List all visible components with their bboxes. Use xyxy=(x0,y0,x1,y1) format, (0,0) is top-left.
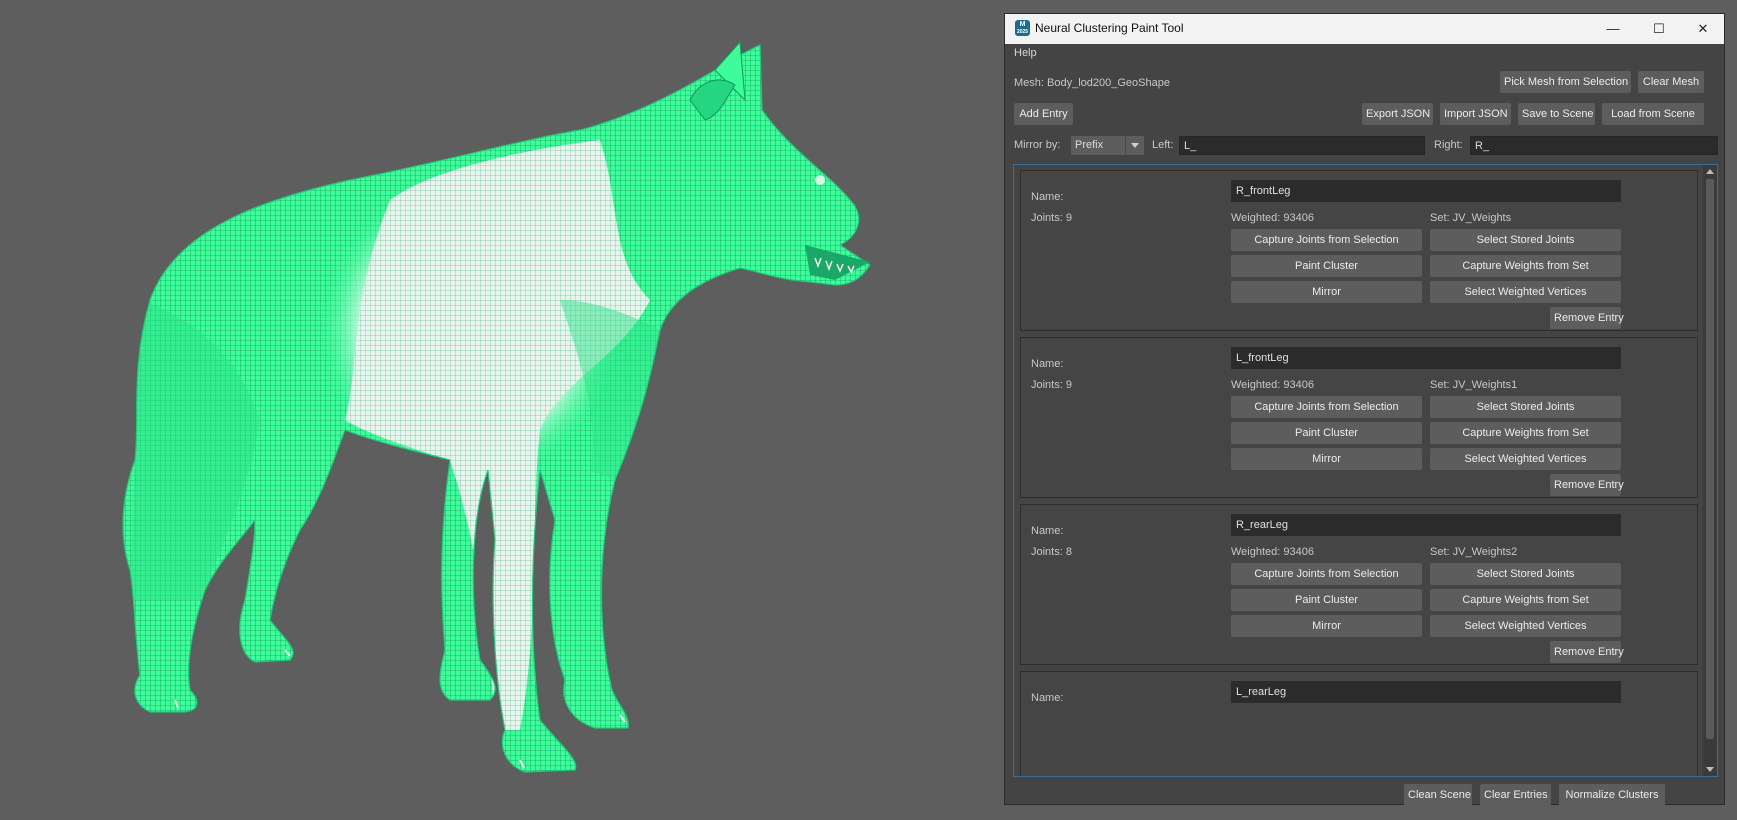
mirror-entry-button[interactable]: Mirror xyxy=(1231,615,1422,637)
select-joints-button[interactable]: Select Stored Joints xyxy=(1430,563,1621,585)
entry-joints-count: Joints: 9 xyxy=(1031,379,1072,391)
right-label: Right: xyxy=(1434,139,1463,151)
mirror-mode-value: Prefix xyxy=(1075,139,1104,151)
mirror-mode-dropdown[interactable]: Prefix xyxy=(1071,136,1144,155)
capture-joints-button[interactable]: Capture Joints from Selection xyxy=(1231,229,1422,251)
entry-weighted-count: Weighted: 93406 xyxy=(1231,212,1314,224)
clear-mesh-button[interactable]: Clear Mesh xyxy=(1638,71,1704,93)
cluster-entry: Name: L_rearLeg xyxy=(1020,671,1698,776)
right-prefix-input[interactable]: R_ xyxy=(1470,136,1718,155)
close-icon[interactable]: ✕ xyxy=(1680,14,1726,44)
load-from-scene-button[interactable]: Load from Scene xyxy=(1602,103,1704,125)
title-bar[interactable]: M 2025 Neural Clustering Paint Tool — ☐ ✕ xyxy=(1005,14,1724,44)
entry-set-name: Set: JV_Weights1 xyxy=(1430,379,1518,391)
cluster-entry: Name: L_frontLeg Joints: 9 Weighted: 93406 S… xyxy=(1020,337,1698,498)
mirror-by-label: Mirror by: xyxy=(1014,139,1061,151)
export-json-button[interactable]: Export JSON xyxy=(1362,103,1433,125)
capture-joints-button[interactable]: Capture Joints from Selection xyxy=(1231,396,1422,418)
maximize-icon[interactable]: ☐ xyxy=(1636,14,1682,44)
entry-name-input[interactable]: L_rearLeg xyxy=(1231,681,1621,703)
viewport[interactable] xyxy=(0,0,1000,820)
paint-cluster-button[interactable]: Paint Cluster xyxy=(1231,255,1422,277)
left-prefix-input[interactable]: L_ xyxy=(1179,136,1425,155)
mirror-entry-button[interactable]: Mirror xyxy=(1231,448,1422,470)
menu-bar: Help xyxy=(1005,44,1724,64)
wolf-mesh xyxy=(122,40,871,773)
chevron-down-icon[interactable] xyxy=(1125,136,1144,155)
mesh-label: Mesh: Body_lod200_GeoShape xyxy=(1014,77,1170,89)
entry-joints-count: Joints: 8 xyxy=(1031,546,1072,558)
entry-name-input[interactable]: L_frontLeg xyxy=(1231,347,1621,369)
entry-name-input[interactable]: R_rearLeg xyxy=(1231,514,1621,536)
scrollbar-thumb[interactable] xyxy=(1706,179,1714,739)
minimize-icon[interactable]: — xyxy=(1590,14,1636,44)
entries-scroll-area[interactable]: Name: R_frontLeg Joints: 9 Weighted: 93406 S… xyxy=(1013,164,1718,777)
select-vertices-button[interactable]: Select Weighted Vertices xyxy=(1430,448,1621,470)
entry-name-label: Name: xyxy=(1031,525,1064,537)
paint-cluster-button[interactable]: Paint Cluster xyxy=(1231,422,1422,444)
remove-entry-button[interactable]: Remove Entry xyxy=(1550,307,1624,329)
entry-name-label: Name: xyxy=(1031,191,1064,203)
capture-weights-button[interactable]: Capture Weights from Set xyxy=(1430,422,1621,444)
entry-name-input[interactable]: R_frontLeg xyxy=(1231,180,1621,202)
import-json-button[interactable]: Import JSON xyxy=(1440,103,1511,125)
save-to-scene-button[interactable]: Save to Scene xyxy=(1518,103,1595,125)
entry-set-name: Set: JV_Weights xyxy=(1430,212,1512,224)
left-label: Left: xyxy=(1152,139,1174,151)
cluster-entry: Name: R_frontLeg Joints: 9 Weighted: 93406 S… xyxy=(1020,170,1698,331)
paint-cluster-button[interactable]: Paint Cluster xyxy=(1231,589,1422,611)
normalize-clusters-button[interactable]: Normalize Clusters xyxy=(1559,784,1665,806)
entry-name-label: Name: xyxy=(1031,358,1064,370)
add-entry-button[interactable]: Add Entry xyxy=(1014,103,1073,125)
entry-weighted-count: Weighted: 93406 xyxy=(1231,546,1314,558)
remove-entry-button[interactable]: Remove Entry xyxy=(1550,474,1624,496)
entry-name-label: Name: xyxy=(1031,692,1064,704)
entry-set-name: Set: JV_Weights2 xyxy=(1430,546,1518,558)
remove-entry-button[interactable]: Remove Entry xyxy=(1550,641,1624,663)
select-joints-button[interactable]: Select Stored Joints xyxy=(1430,396,1621,418)
capture-weights-button[interactable]: Capture Weights from Set xyxy=(1430,589,1621,611)
scroll-up-icon[interactable] xyxy=(1706,169,1714,174)
capture-weights-button[interactable]: Capture Weights from Set xyxy=(1430,255,1621,277)
menu-help[interactable]: Help xyxy=(1014,47,1037,59)
pick-mesh-button[interactable]: Pick Mesh from Selection xyxy=(1500,71,1631,93)
clear-entries-button[interactable]: Clear Entries xyxy=(1480,784,1551,806)
maya-app-icon: M 2025 xyxy=(1015,20,1030,36)
tool-window: M 2025 Neural Clustering Paint Tool — ☐ ✕… xyxy=(1004,13,1725,806)
select-vertices-button[interactable]: Select Weighted Vertices xyxy=(1430,615,1621,637)
cluster-entry: Name: R_rearLeg Joints: 8 Weighted: 93406 Se… xyxy=(1020,504,1698,665)
entry-joints-count: Joints: 9 xyxy=(1031,212,1072,224)
select-vertices-button[interactable]: Select Weighted Vertices xyxy=(1430,281,1621,303)
capture-joints-button[interactable]: Capture Joints from Selection xyxy=(1231,563,1422,585)
mirror-entry-button[interactable]: Mirror xyxy=(1231,281,1422,303)
select-joints-button[interactable]: Select Stored Joints xyxy=(1430,229,1621,251)
clean-scene-button[interactable]: Clean Scene xyxy=(1404,784,1472,806)
scroll-down-icon[interactable] xyxy=(1706,767,1714,772)
entry-weighted-count: Weighted: 93406 xyxy=(1231,379,1314,391)
window-title: Neural Clustering Paint Tool xyxy=(1035,21,1184,35)
scrollbar[interactable] xyxy=(1703,165,1717,776)
